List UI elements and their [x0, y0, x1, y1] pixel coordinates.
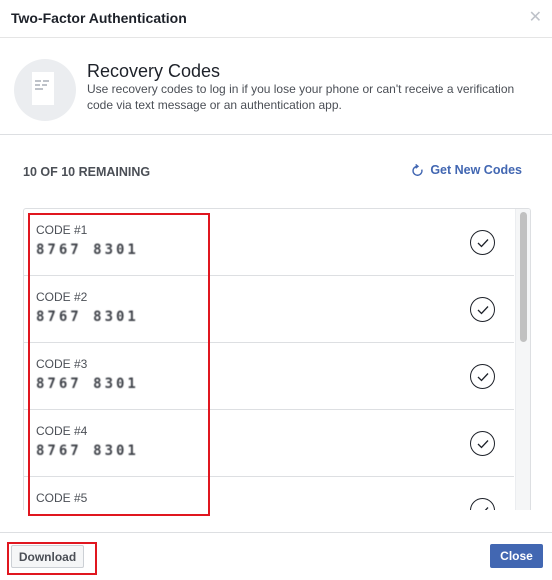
code-label: CODE #2 — [36, 290, 88, 304]
intro-section: Recovery Codes Use recovery codes to log… — [0, 39, 552, 135]
check-circle-icon — [470, 364, 495, 389]
code-row: CODE #3 8767 8301 — [24, 343, 514, 410]
code-value: 8767 8301 — [36, 443, 139, 459]
dialog-header: Two-Factor Authentication ✕ — [0, 0, 552, 38]
close-icon[interactable]: ✕ — [529, 10, 542, 26]
dialog-title: Two-Factor Authentication — [11, 10, 187, 26]
code-value: 8767 8301 — [36, 376, 139, 392]
code-label: CODE #4 — [36, 424, 88, 438]
get-new-codes-label: Get New Codes — [430, 163, 522, 177]
scrollbar-thumb[interactable] — [520, 212, 527, 342]
code-label: CODE #5 — [36, 491, 88, 505]
code-row: CODE #5 8767 8301 — [24, 477, 514, 510]
recovery-codes-list[interactable]: CODE #1 8767 8301 CODE #2 8767 8301 CODE… — [23, 208, 531, 510]
download-button[interactable]: Download — [11, 545, 84, 568]
refresh-icon — [412, 163, 423, 176]
check-circle-icon — [470, 498, 495, 510]
get-new-codes-link[interactable]: Get New Codes — [411, 163, 522, 177]
code-value: 8767 8301 — [36, 309, 139, 325]
close-button[interactable]: Close — [490, 544, 543, 568]
code-label: CODE #3 — [36, 357, 88, 371]
list-scrollbar[interactable] — [515, 209, 530, 510]
receipt-icon — [14, 59, 76, 121]
intro-title: Recovery Codes — [87, 61, 221, 81]
dialog-footer: Download Close — [0, 532, 552, 580]
code-row: CODE #1 8767 8301 — [24, 209, 514, 276]
check-circle-icon — [470, 230, 495, 255]
check-circle-icon — [470, 431, 495, 456]
code-row: CODE #4 8767 8301 — [24, 410, 514, 477]
remaining-count: 10 OF 10 REMAINING — [23, 165, 151, 179]
code-row: CODE #2 8767 8301 — [24, 276, 514, 343]
code-value: 8767 8301 — [36, 242, 139, 258]
code-label: CODE #1 — [36, 223, 88, 237]
check-circle-icon — [470, 297, 495, 322]
intro-description: Use recovery codes to log in if you lose… — [87, 82, 515, 112]
